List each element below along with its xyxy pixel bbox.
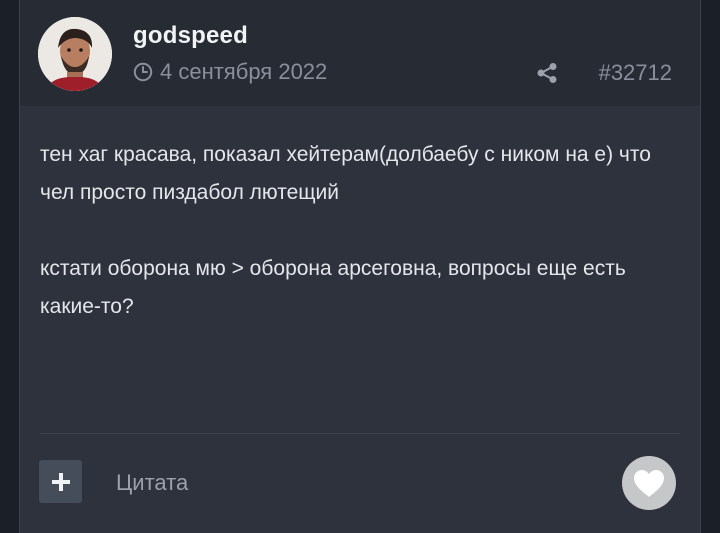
post-date-text: 4 сентября 2022 — [160, 59, 328, 84]
post-header: godspeed 4 сентября 2022 #32712 — [20, 0, 700, 106]
forum-post: godspeed 4 сентября 2022 #32712 тен хаг … — [19, 0, 701, 533]
post-paragraph: кстати оборона мю > оборона арсеговна, в… — [40, 257, 626, 318]
share-icon[interactable] — [535, 61, 559, 85]
clock-icon — [133, 62, 153, 82]
avatar-image — [38, 17, 112, 91]
add-to-quote-button[interactable] — [39, 460, 82, 503]
like-button[interactable] — [622, 456, 676, 510]
heart-icon — [634, 469, 664, 497]
post-date: 4 сентября 2022 — [133, 59, 328, 84]
author-name[interactable]: godspeed — [133, 22, 248, 50]
post-number[interactable]: #32712 — [599, 60, 672, 86]
plus-icon — [51, 472, 70, 491]
divider — [40, 433, 680, 434]
avatar[interactable] — [38, 17, 112, 91]
post-content: тен хаг красава, показал хейтерам(долбае… — [40, 136, 680, 326]
post-paragraph: тен хаг красава, показал хейтерам(долбае… — [40, 143, 651, 204]
quote-button[interactable]: Цитата — [116, 470, 188, 496]
